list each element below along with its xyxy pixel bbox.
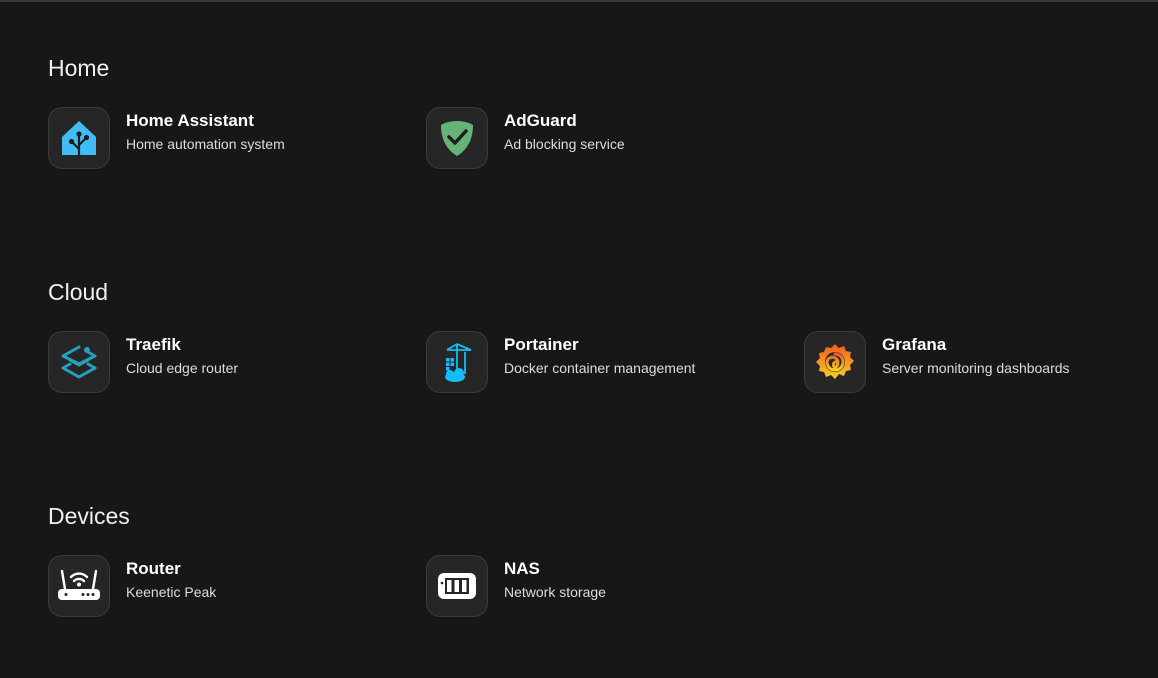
tile-title: Home Assistant [126,111,254,130]
section-cloud: Cloud Traefik Cloud edge router Portaine… [48,277,1128,397]
tile-home-assistant[interactable]: Home Assistant Home automation system [48,107,285,169]
tile-title: Portainer [504,335,579,354]
section-home: Home Home Assistant Home automation syst… [48,53,1128,173]
section-tiles: Home Assistant Home automation system Ad… [48,107,1128,173]
tile-description: Docker container management [504,360,696,376]
router-icon [48,555,110,617]
tile-text: Traefik Cloud edge router [126,331,238,377]
nas-icon [426,555,488,617]
tile-adguard[interactable]: AdGuard Ad blocking service [426,107,625,169]
section-tiles: Router Keenetic Peak NAS Network storage [48,555,1128,621]
tile-router[interactable]: Router Keenetic Peak [48,555,216,617]
adguard-shield-icon [426,107,488,169]
tile-title: Traefik [126,335,181,354]
traefik-icon [48,331,110,393]
section-title: Cloud [48,279,109,305]
grafana-icon [804,331,866,393]
tile-title: NAS [504,559,540,578]
section-tiles: Traefik Cloud edge router Portainer Dock… [48,331,1128,397]
tile-text: Portainer Docker container management [504,331,695,377]
tile-description: Server monitoring dashboards [882,360,1070,376]
top-border [0,0,1158,2]
tile-grafana[interactable]: Grafana Server monitoring dashboards [804,331,1070,393]
portainer-icon [426,331,488,393]
tile-description: Keenetic Peak [126,584,217,600]
home-assistant-icon [48,107,110,169]
tile-traefik[interactable]: Traefik Cloud edge router [48,331,238,393]
tile-description: Home automation system [126,136,285,152]
section-title: Devices [48,503,130,529]
tile-title: AdGuard [504,111,577,130]
section-devices: Devices Router Keenetic Peak NAS Network… [48,501,1128,621]
tile-portainer[interactable]: Portainer Docker container management [426,331,695,393]
tile-text: NAS Network storage [504,555,606,601]
tile-description: Ad blocking service [504,136,625,152]
tile-text: Home Assistant Home automation system [126,107,285,153]
tile-text: Router Keenetic Peak [126,555,216,601]
tile-text: Grafana Server monitoring dashboards [882,331,1070,377]
tile-title: Router [126,559,181,578]
tile-description: Cloud edge router [126,360,239,376]
tile-nas[interactable]: NAS Network storage [426,555,606,617]
tile-text: AdGuard Ad blocking service [504,107,625,153]
section-title: Home [48,55,110,81]
tile-title: Grafana [882,335,947,354]
tile-description: Network storage [504,584,606,600]
